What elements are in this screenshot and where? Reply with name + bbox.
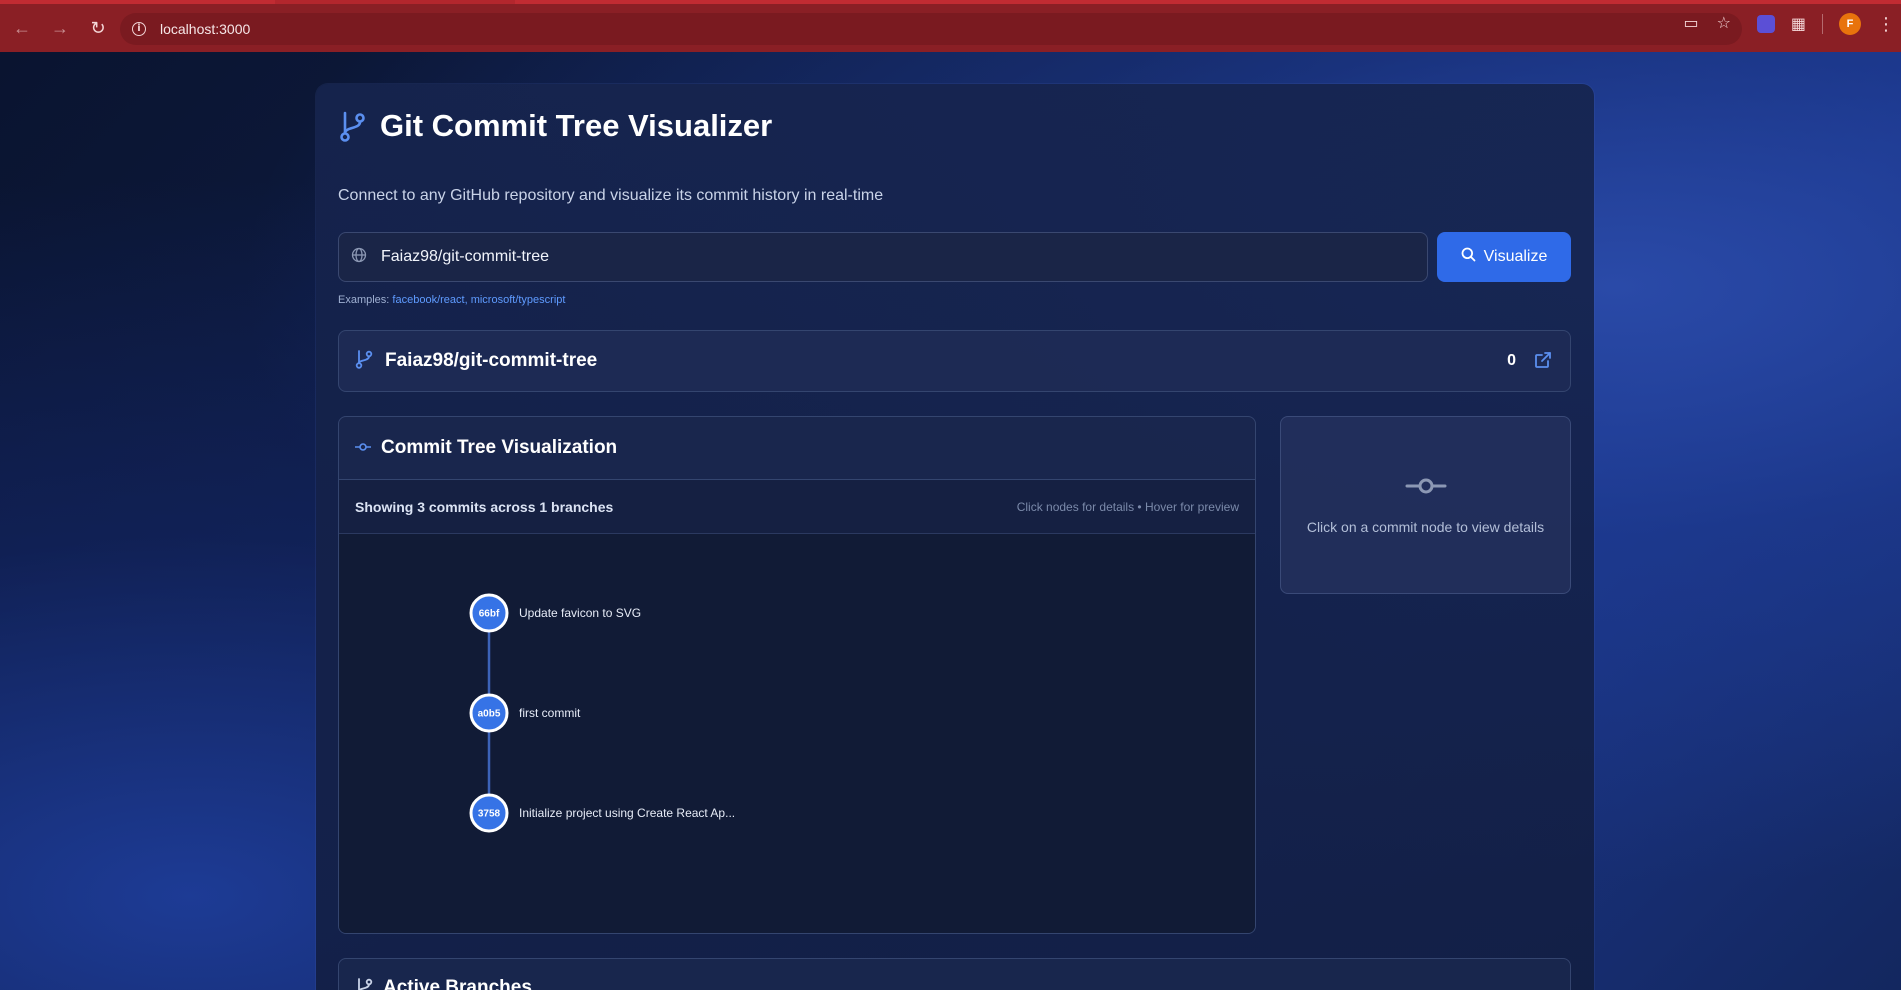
extension-icon[interactable] [1756, 15, 1775, 33]
commit-graph-svg: 66bf Update favicon to SVG a0b5 first co… [469, 593, 735, 833]
commit-summary: Showing 3 commits across 1 branches [355, 498, 614, 515]
bookmark-star-icon[interactable]: ☆ [1717, 13, 1731, 33]
repo-count: 0 [1507, 352, 1516, 369]
commit-node[interactable]: a0b5 first commit [469, 693, 581, 733]
example-link-react[interactable]: facebook/react, [392, 294, 467, 306]
examples-prefix: Examples: [338, 294, 390, 306]
commit-node[interactable]: 66bf Update favicon to SVG [469, 593, 641, 633]
address-bar[interactable]: i localhost:3000 [120, 13, 1742, 45]
install-app-icon[interactable]: ▭ [1684, 13, 1699, 33]
examples-line: Examples: facebook/react, microsoft/type… [338, 294, 565, 306]
git-branch-icon [338, 110, 368, 142]
profile-avatar[interactable]: F [1839, 13, 1861, 35]
commit-tree-title: Commit Tree Visualization [381, 437, 618, 458]
browser-menu-icon[interactable]: ⋮ [1877, 14, 1895, 35]
active-branches-title: Active Branches [383, 977, 532, 990]
commit-sha: 3758 [478, 809, 501, 820]
commit-tree-canvas: Showing 3 commits across 1 branches Clic… [339, 479, 1255, 933]
globe-icon [351, 247, 367, 268]
commit-message: Initialize project using Create React Ap… [519, 806, 735, 820]
commit-message: Update favicon to SVG [519, 606, 641, 620]
commit-sha: a0b5 [478, 709, 501, 720]
repo-name: Faiaz98/git-commit-tree [385, 350, 598, 371]
browser-toolbar: ← → ↻ i localhost:3000 ▭ ☆ ▦ F ⋮ [0, 0, 1901, 52]
main-card: Git Commit Tree Visualizer Connect to an… [316, 84, 1594, 990]
site-info-icon[interactable]: i [132, 22, 146, 36]
visualize-button-label: Visualize [1483, 248, 1548, 265]
header: Git Commit Tree Visualizer [338, 108, 772, 144]
commit-tree-header: Commit Tree Visualization [339, 417, 1255, 479]
commit-tree-panel: Commit Tree Visualization Showing 3 comm… [338, 416, 1256, 934]
reload-icon[interactable]: ↻ [80, 10, 116, 46]
forward-arrow-icon[interactable]: → [42, 10, 78, 46]
active-branches-panel: Active Branches [338, 958, 1571, 990]
details-empty-text: Click on a commit node to view details [1306, 518, 1545, 535]
page-subtitle: Connect to any GitHub repository and vis… [338, 187, 884, 204]
interaction-hint: Click nodes for details • Hover for prev… [1016, 499, 1239, 514]
search-icon [1461, 247, 1476, 267]
page-background: Git Commit Tree Visualizer Connect to an… [0, 52, 1901, 990]
git-branch-icon [355, 977, 373, 990]
commit-details-panel: Click on a commit node to view details [1280, 416, 1571, 594]
visualize-button[interactable]: Visualize [1437, 232, 1571, 282]
external-link-icon[interactable] [1534, 351, 1552, 374]
repo-search-input[interactable] [381, 248, 1381, 266]
example-link-typescript[interactable]: microsoft/typescript [471, 294, 566, 306]
back-arrow-icon[interactable]: ← [4, 10, 40, 46]
url-text[interactable]: localhost:3000 [160, 21, 250, 37]
page-title: Git Commit Tree Visualizer [380, 108, 773, 143]
git-branch-icon [355, 349, 373, 374]
repo-search-field[interactable] [338, 232, 1428, 282]
commit-tree-toolbar: Showing 3 commits across 1 branches Clic… [339, 480, 1255, 534]
commit-graph: 66bf Update favicon to SVG a0b5 first co… [339, 534, 1255, 933]
extensions-puzzle-icon[interactable]: ▦ [1791, 14, 1806, 34]
toolbar-separator [1822, 14, 1823, 34]
tab-strip-accent [515, 0, 1901, 4]
commit-sha: 66bf [479, 609, 500, 620]
git-commit-icon [355, 439, 371, 457]
tab-strip-accent [0, 0, 275, 4]
commit-message: first commit [519, 706, 581, 720]
git-commit-icon [1405, 476, 1447, 501]
commit-node[interactable]: 3758 Initialize project using Create Rea… [469, 793, 735, 833]
repo-header-bar: Faiaz98/git-commit-tree 0 [338, 330, 1571, 392]
